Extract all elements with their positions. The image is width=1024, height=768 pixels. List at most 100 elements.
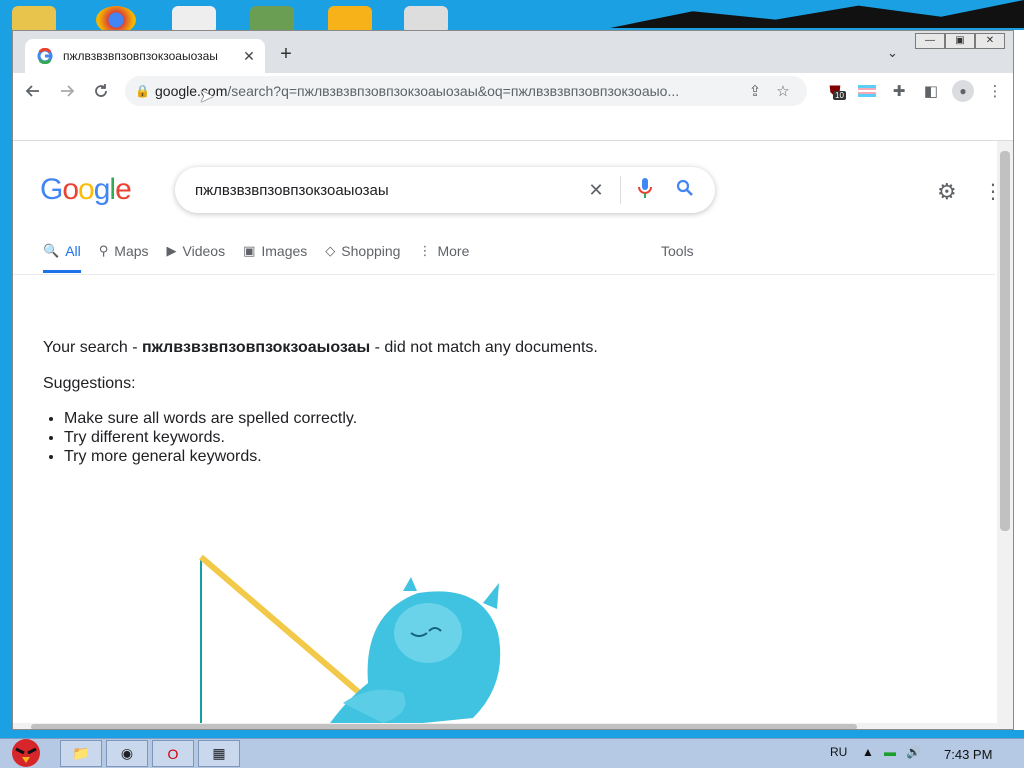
extension-badge: 10 [833,91,846,100]
avatar-icon: ● [952,80,974,102]
suggestion-item: Make sure all words are spelled correctl… [64,409,357,428]
clear-icon[interactable]: ✕ [576,180,616,201]
noresult-suffix: - did not match any documents. [370,339,598,356]
toolbar-spacer [13,109,1013,141]
tab-close-icon[interactable]: ✕ [241,48,257,65]
taskbar-app-button[interactable]: ▦ [198,740,240,767]
browser-menu-icon[interactable]: ⋮ [979,79,1011,103]
search-tab-shopping[interactable]: ◇ Shopping [325,241,400,273]
network-icon[interactable]: ▬ [884,745,896,759]
suggestion-item: Try different keywords. [64,428,357,447]
play-icon: ▶ [166,243,177,258]
puzzle-extensions-icon[interactable]: ✚ [883,79,915,103]
tab-strip: пжлвзвзвпзовпзокзоаыозаы ✕ + ⌄ — ▣ ✕ [13,31,1013,73]
search-tab-label: Maps [114,243,149,259]
tab-search-chevron-icon[interactable]: ⌄ [887,45,898,61]
striped-flag-icon [858,85,876,97]
flag-extension-icon[interactable] [851,79,883,103]
taskbar: 📁 ◉ O ▦ RU ▲ ▬ 🔊 7:43 PM [0,738,1024,768]
profile-button[interactable]: ● [947,79,979,103]
horizontal-scrollbar[interactable] [13,723,1013,729]
search-input[interactable]: пжлвзвзвпзовпзокзоаыозаы [195,182,576,199]
google-logo[interactable]: Google [40,173,132,207]
vertical-scroll-thumb[interactable] [1000,151,1010,531]
browser-tab-active[interactable]: пжлвзвзвпзовпзокзоаыозаы ✕ [25,39,265,73]
lock-icon[interactable]: 🔒 [135,84,155,98]
search-tab-videos[interactable]: ▶ Videos [167,241,226,273]
language-indicator[interactable]: RU [830,745,847,759]
more-vert-icon: ⋮ [418,243,432,258]
fishing-monster-illustration [199,554,501,723]
image-icon: ▣ [243,243,256,258]
minimize-button[interactable]: — [915,33,945,49]
tray-expand-icon[interactable]: ▲ [862,745,874,759]
browser-window: пжлвзвзвпзовпзокзоаыозаы ✕ + ⌄ — ▣ ✕ 🔒 g… [12,30,1014,730]
close-window-button[interactable]: ✕ [975,33,1005,49]
settings-gear-icon[interactable]: ⚙ [937,179,957,205]
share-icon[interactable]: ⇪ [741,82,769,100]
side-panel-icon[interactable]: ◧ [915,79,947,103]
address-bar[interactable]: 🔒 google.com/search?q=пжлвзвзвпзовпзокзо… [125,76,807,106]
suggestions-heading: Suggestions: [43,375,136,392]
desktop-wallpaper-shape [610,0,1024,28]
reload-icon [95,84,107,97]
forward-button[interactable] [53,77,81,105]
taskbar-explorer-button[interactable]: 📁 [60,740,102,767]
volume-icon[interactable]: 🔊 [906,745,921,759]
search-icon[interactable] [665,179,705,202]
tools-button[interactable]: Tools [661,243,694,259]
search-box[interactable]: пжлвзвзвпзовпзокзоаыозаы ✕ [175,167,715,213]
tag-icon: ◇ [325,243,336,258]
suggestions-list: Make sure all words are spelled correctl… [64,409,357,466]
extensions-area: ⛊ 10 ✚ ◧ ● ⋮ [819,79,1011,103]
browser-toolbar: 🔒 google.com/search?q=пжлвзвзвпзовпзокзо… [13,73,1013,109]
url-path: /search?q=пжлвзвзвпзовпзокзоаыозаы&oq=пж… [227,83,680,99]
search-tab-more[interactable]: ⋮ More [418,241,469,273]
google-favicon-icon [37,48,53,64]
maximize-button[interactable]: ▣ [945,33,975,49]
arrow-right-icon [61,85,75,97]
google-results-page: Google пжлвзвзвпзовпзокзоаыозаы ✕ ⚙ ⋮ 🔍 A… [13,141,995,723]
tab-title: пжлвзвзвпзовпзокзоаыозаы [63,49,218,63]
search-tab-label: Videos [182,243,226,259]
search-tab-images[interactable]: ▣ Images [243,241,307,273]
search-icon: 🔍 [43,243,60,258]
no-results-message: Your search - пжлвзвзвпзовпзокзоаыозаы -… [43,339,598,357]
search-tab-all[interactable]: 🔍 All [43,241,81,273]
logo-letter: G [40,173,63,206]
logo-letter: o [78,173,95,206]
search-tabs: 🔍 All ⚲ Maps ▶ Videos ▣ Images ◇ Shopping ⋮ More [43,241,487,273]
url-text[interactable]: google.com/search?q=пжлвзвзвпзовпзокзоаы… [155,83,741,99]
microphone-icon[interactable] [625,177,665,203]
search-tab-maps[interactable]: ⚲ Maps [99,241,149,273]
search-tab-label: More [437,243,470,259]
new-tab-button[interactable]: + [275,43,297,66]
taskbar-chrome-button[interactable]: ◉ [106,740,148,767]
url-domain: google.com [155,83,228,99]
ublock-extension-icon[interactable]: ⛊ 10 [819,79,851,103]
start-button-angry-bird-icon[interactable] [4,733,46,768]
logo-letter: g [93,173,111,206]
tabs-divider [13,274,995,275]
vertical-scrollbar[interactable] [997,141,1013,723]
logo-letter: o [62,173,79,206]
logo-letter: e [115,173,132,206]
bookmark-star-icon[interactable]: ☆ [769,82,797,100]
taskbar-opera-button[interactable]: O [152,740,194,767]
search-tab-label: Shopping [341,243,401,259]
mouse-cursor-icon: ➤ [199,86,215,106]
search-tab-label: Images [261,243,308,259]
searchbox-divider [620,176,621,204]
back-button[interactable] [19,77,47,105]
map-pin-icon: ⚲ [98,243,109,258]
noresult-prefix: Your search - [43,339,143,356]
more-options-icon[interactable]: ⋮ [983,179,995,204]
suggestion-item: Try more general keywords. [64,447,357,466]
arrow-left-icon [25,85,39,97]
clock[interactable]: 7:43 PM [944,747,992,762]
horizontal-scroll-thumb[interactable] [31,724,857,729]
reload-button[interactable] [87,77,115,105]
window-controls: — ▣ ✕ [915,33,1005,49]
noresult-query: пжлвзвзвпзовпзокзоаыозаы [142,339,371,356]
search-tab-label: All [65,243,81,259]
